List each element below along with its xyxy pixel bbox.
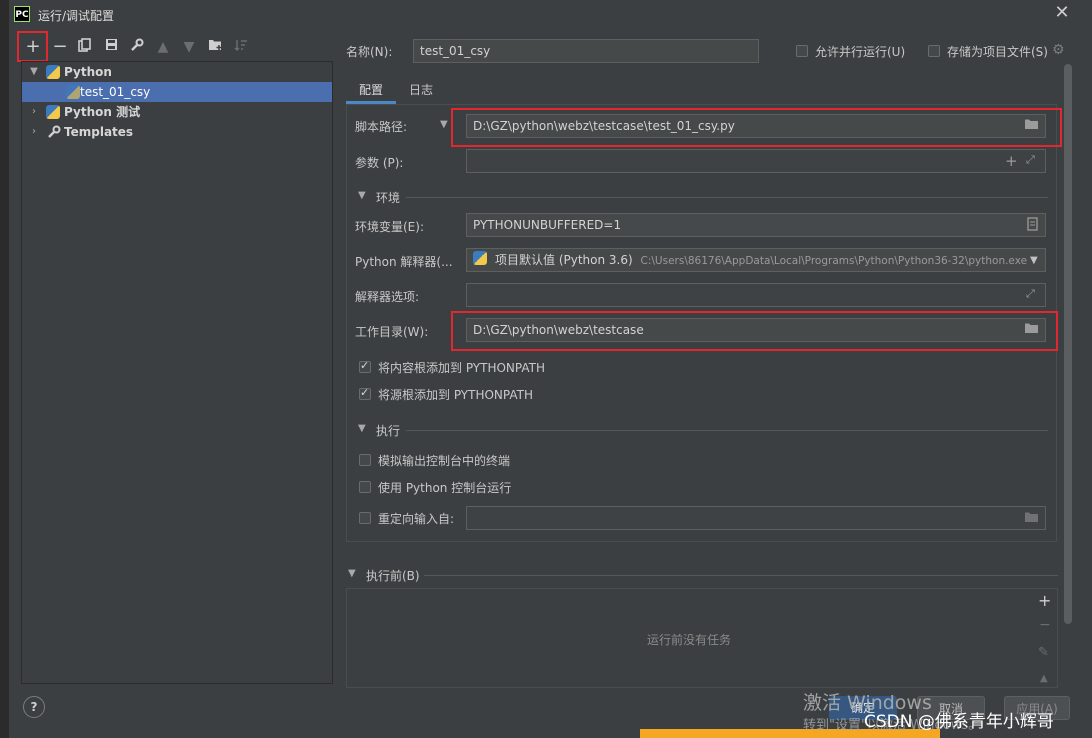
- expand-icon[interactable]: ⤢: [1026, 287, 1035, 301]
- redirect-input-field[interactable]: [466, 506, 1046, 530]
- chevron-down-icon[interactable]: ▼: [28, 62, 40, 82]
- python-icon: [473, 251, 487, 265]
- workdir-label: 工作目录(W):: [355, 325, 429, 339]
- folder-icon[interactable]: [1024, 511, 1039, 526]
- store-project-file-checkbox[interactable]: [928, 45, 940, 57]
- csdn-watermark: CSDN @佛系青年小辉哥: [864, 712, 1054, 732]
- close-icon[interactable]: ✕: [1052, 3, 1072, 23]
- plus-icon[interactable]: +: [1005, 152, 1018, 170]
- exec-section-title: 执行: [376, 424, 401, 438]
- tab-config[interactable]: 配置: [359, 81, 383, 98]
- title-bar: [9, 0, 1092, 28]
- allow-parallel-label: 允许并行运行(U): [815, 45, 906, 59]
- python-icon: [46, 65, 60, 79]
- folder-icon[interactable]: [1024, 118, 1039, 133]
- add-content-roots-checkbox[interactable]: [359, 359, 371, 373]
- plus-icon[interactable]: +: [1038, 591, 1051, 610]
- env-vars-label: 环境变量(E):: [355, 220, 424, 234]
- arrow-down-icon: ▼: [183, 39, 195, 55]
- python-console-label: 使用 Python 控制台运行: [378, 481, 512, 495]
- interpreter-options-input[interactable]: [466, 283, 1046, 307]
- tree-item-label: Python 测试: [64, 105, 141, 119]
- add-source-roots-label: 将源根添加到 PYTHONPATH: [378, 388, 533, 402]
- divider: [424, 575, 1058, 576]
- background-window-strip: [0, 0, 9, 738]
- folder-icon[interactable]: [1024, 322, 1039, 337]
- copy-icon[interactable]: [76, 38, 94, 56]
- pycharm-app-icon: PC: [14, 6, 30, 22]
- chevron-down-icon[interactable]: ▼: [358, 423, 366, 434]
- python-file-icon: [66, 85, 80, 99]
- script-path-input[interactable]: D:\GZ\python\webz\testcase\test_01_csy.p…: [466, 114, 1046, 138]
- wrench-icon[interactable]: [128, 38, 146, 56]
- gear-icon[interactable]: ⚙: [1052, 42, 1065, 58]
- arrow-up-icon: ▲: [1040, 673, 1048, 684]
- redirect-input-label: 重定向输入自:: [378, 512, 455, 526]
- python-console-checkbox[interactable]: [359, 481, 371, 493]
- wrench-icon: [47, 125, 61, 145]
- chevron-right-icon[interactable]: ›: [28, 122, 40, 142]
- interpreter-label: Python 解释器(...: [355, 255, 453, 269]
- redirect-input-checkbox[interactable]: [359, 512, 371, 524]
- document-icon[interactable]: [1027, 217, 1038, 234]
- minus-icon[interactable]: −: [51, 38, 69, 56]
- script-path-label: 脚本路径:: [355, 120, 408, 134]
- chevron-right-icon[interactable]: ›: [28, 102, 40, 122]
- minus-icon: −: [1039, 617, 1051, 633]
- env-section-title: 环境: [376, 191, 401, 205]
- tree-item-templates[interactable]: › Templates: [22, 122, 332, 142]
- help-button[interactable]: ?: [23, 696, 45, 718]
- interpreter-options-label: 解释器选项:: [355, 290, 420, 304]
- pencil-icon: ✎: [1038, 645, 1049, 660]
- folder-add-icon[interactable]: [206, 38, 224, 56]
- arrow-up-icon: ▲: [157, 39, 169, 55]
- chevron-down-icon[interactable]: ▼: [440, 119, 448, 130]
- tree-item-label: test_01_csy: [80, 85, 151, 99]
- emulate-terminal-checkbox[interactable]: [359, 454, 371, 466]
- expand-icon[interactable]: ⤢: [1026, 153, 1035, 167]
- vertical-scrollbar[interactable]: [1064, 64, 1072, 624]
- tree-item-label: Templates: [64, 125, 134, 139]
- tree-item-label: Python: [64, 65, 112, 79]
- sort-icon: [232, 38, 250, 56]
- allow-parallel-checkbox[interactable]: [796, 45, 808, 57]
- tree-item-test-01-csy[interactable]: test_01_csy: [22, 82, 332, 102]
- name-label: 名称(N):: [346, 45, 393, 59]
- tab-log[interactable]: 日志: [409, 81, 433, 98]
- chevron-down-icon[interactable]: ▼: [348, 568, 356, 579]
- chevron-down-icon[interactable]: ▼: [358, 190, 366, 201]
- interpreter-path: C:\Users\86176\AppData\Local\Programs\Py…: [640, 255, 1028, 267]
- add-source-roots-checkbox[interactable]: [359, 386, 371, 400]
- emulate-terminal-label: 模拟输出控制台中的终端: [378, 454, 511, 468]
- store-project-file-label: 存储为项目文件(S): [947, 45, 1048, 59]
- plus-icon[interactable]: +: [24, 38, 42, 56]
- config-tree: ▼ Python test_01_csy › Python 测试 › Templ…: [21, 61, 333, 684]
- chevron-down-icon[interactable]: ▼: [1028, 255, 1038, 266]
- divider: [406, 430, 1048, 431]
- name-input[interactable]: test_01_csy: [413, 39, 759, 63]
- interpreter-value: 项目默认值 (Python 3.6): [495, 253, 633, 267]
- tree-item-python-test[interactable]: › Python 测试: [22, 102, 332, 122]
- params-input[interactable]: [466, 149, 1046, 173]
- python-test-icon: [46, 105, 60, 119]
- interpreter-select[interactable]: 项目默认值 (Python 3.6) C:\Users\86176\AppDat…: [466, 248, 1046, 272]
- before-launch-title: 执行前(B): [366, 569, 420, 583]
- before-launch-empty: 运行前没有任务: [647, 633, 732, 647]
- env-vars-input[interactable]: PYTHONUNBUFFERED=1: [466, 213, 1046, 237]
- divider: [406, 197, 1048, 198]
- save-icon[interactable]: [102, 38, 120, 56]
- add-content-roots-label: 将内容根添加到 PYTHONPATH: [378, 361, 545, 375]
- workdir-input[interactable]: D:\GZ\python\webz\testcase: [466, 318, 1046, 342]
- window-title: 运行/调试配置: [38, 9, 115, 23]
- tree-item-python[interactable]: ▼ Python: [22, 62, 332, 82]
- params-label: 参数 (P):: [355, 156, 404, 170]
